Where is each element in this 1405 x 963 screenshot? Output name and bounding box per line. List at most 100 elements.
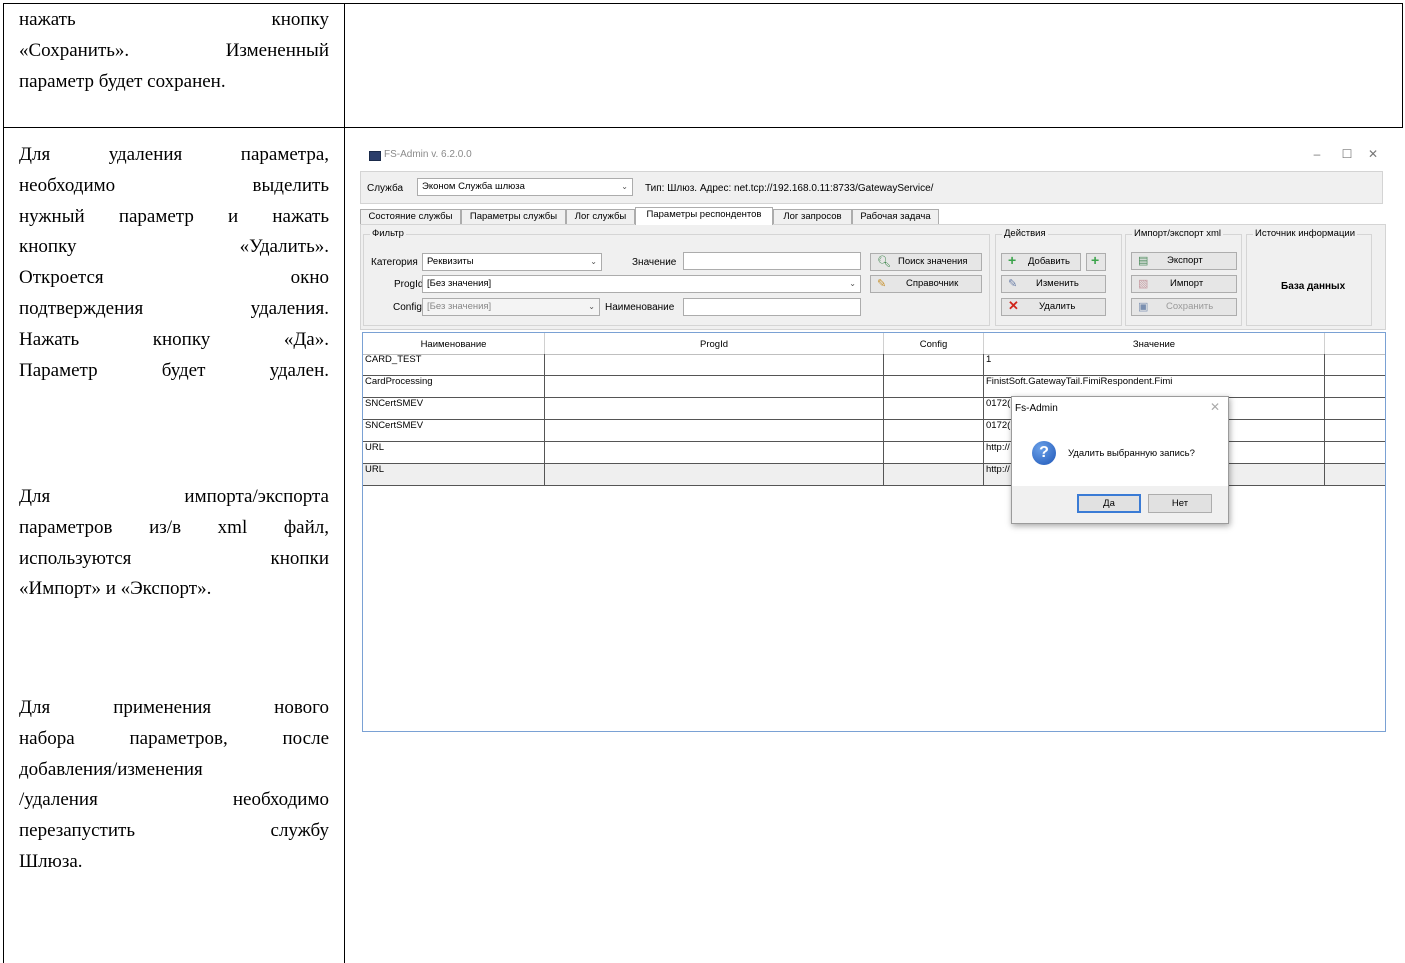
close-button[interactable]: ✕ (1363, 146, 1383, 162)
config-label: Config (393, 302, 422, 313)
table-row[interactable]: CARD_TEST 1 (363, 354, 1385, 376)
tab-service-state[interactable]: Состояние службы (360, 209, 461, 224)
actions-title: Действия (1002, 228, 1048, 239)
column-header-value[interactable]: Значение (984, 333, 1325, 354)
actions-group: Действия + Добавить + ✎ Изменить ✕ Удали… (995, 228, 1122, 326)
cell-progid (545, 464, 884, 485)
config-select-value: [Без значения] (427, 301, 492, 312)
text-line: перезапустить службу (19, 820, 329, 842)
category-select[interactable]: Реквизиты ⌄ (422, 253, 602, 271)
table-row[interactable]: SNCertSMEV 0172( (363, 420, 1385, 442)
chevron-down-icon: ⌄ (588, 302, 595, 311)
cell-config (884, 420, 984, 441)
column-header-config[interactable]: Config (884, 333, 984, 354)
directory-label: Справочник (906, 278, 959, 289)
progid-label: ProgId (394, 279, 424, 290)
category-select-value: Реквизиты (427, 256, 474, 267)
cell-extra (1325, 442, 1385, 463)
cell-name: URL (363, 464, 545, 485)
column-header-name[interactable]: Наименование (363, 333, 545, 354)
import-export-title: Импорт/экспорт xml (1132, 228, 1223, 239)
save-label: Сохранить (1166, 301, 1214, 312)
name-input[interactable] (683, 298, 861, 316)
value-input[interactable] (683, 252, 861, 270)
search-value-label: Поиск значения (898, 256, 968, 267)
tab-service-log[interactable]: Лог службы (566, 209, 635, 224)
cell-extra (1325, 354, 1385, 375)
export-button[interactable]: ▤ Экспорт (1131, 252, 1237, 270)
config-select[interactable]: [Без значения] ⌄ (422, 298, 600, 316)
table-column-divider (344, 3, 345, 963)
chevron-down-icon: ⌄ (849, 279, 856, 288)
export-label: Экспорт (1167, 255, 1203, 266)
table-row-divider (3, 127, 1403, 128)
book-icon: ✎ (877, 278, 887, 290)
progid-select[interactable]: [Без значения] ⌄ (422, 275, 861, 293)
text-line: подтверждения удаления. (19, 297, 329, 319)
cell-name: URL (363, 442, 545, 463)
text-line: нажать кнопку (19, 9, 329, 30)
import-label: Импорт (1170, 278, 1204, 289)
import-export-paragraph: Для импорта/экспорта параметров из/в xml… (19, 482, 329, 605)
cell-extra (1325, 376, 1385, 397)
table-row[interactable]: SNCertSMEV 0172( (363, 398, 1385, 420)
add-label: Добавить (1028, 256, 1070, 267)
text-line: необходимо выделить (19, 174, 329, 196)
edit-button[interactable]: ✎ Изменить (1001, 275, 1106, 293)
cell-progid (545, 354, 884, 375)
plus-icon: + (1008, 252, 1017, 268)
tab-respondent-params[interactable]: Параметры респондентов (635, 207, 773, 225)
table-row[interactable]: CardProcessing FinistSoft.GatewayTail.Fi… (363, 376, 1385, 398)
delete-button[interactable]: ✕ Удалить (1001, 298, 1106, 316)
search-icon: 🔍︎ (877, 256, 891, 268)
cell-name: SNCertSMEV (363, 398, 545, 419)
window-titlebar: FS-Admin v. 6.2.0.0 – ☐ ✕ (356, 138, 1390, 168)
tab-service-params[interactable]: Параметры службы (461, 209, 566, 224)
cell-progid (545, 376, 884, 397)
import-icon: ▧ (1138, 278, 1149, 290)
dialog-close-icon[interactable]: ✕ (1210, 400, 1220, 414)
text-line: набора параметров, после (19, 727, 329, 749)
window-title: FS-Admin v. 6.2.0.0 (384, 149, 472, 160)
cell-name: CardProcessing (363, 376, 545, 397)
text-line: используются кнопки (19, 547, 329, 569)
no-button[interactable]: Нет (1148, 494, 1212, 513)
yes-button[interactable]: Да (1077, 494, 1141, 513)
chevron-down-icon: ⌄ (621, 182, 628, 191)
text-line: Откроется окно (19, 267, 329, 289)
text-line: параметров из/в xml файл, (19, 516, 329, 538)
save-button[interactable]: ▣ Сохранить (1131, 298, 1237, 316)
app-icon (369, 151, 381, 161)
maximize-button[interactable]: ☐ (1337, 146, 1357, 162)
text-line: Параметр будет удален. (19, 359, 329, 381)
service-select[interactable]: Эконом Служба шлюза ⌄ (417, 178, 633, 196)
text-line: «Сохранить». Измененный (19, 39, 329, 61)
text-line: Нажать кнопку «Да». (19, 328, 329, 350)
cell-extra (1325, 398, 1385, 419)
column-header-progid[interactable]: ProgId (545, 333, 884, 354)
table-row[interactable]: URL http:// (363, 442, 1385, 464)
source-group: Источник информации База данных (1246, 228, 1372, 326)
import-button[interactable]: ▧ Импорт (1131, 275, 1237, 293)
export-icon: ▤ (1138, 255, 1149, 267)
cell-value: FinistSoft.GatewayTail.FimiRespondent.Fi… (984, 376, 1325, 397)
params-grid: Наименование ProgId Config Значение CARD… (362, 332, 1386, 732)
service-label: Служба (367, 183, 404, 194)
search-value-button[interactable]: 🔍︎ Поиск значения (870, 253, 982, 271)
directory-button[interactable]: ✎ Справочник (870, 275, 982, 293)
tab-request-log[interactable]: Лог запросов (773, 209, 852, 224)
add-copy-button[interactable]: + (1086, 253, 1106, 271)
cell-config (884, 442, 984, 463)
cell-progid (545, 398, 884, 419)
cell-config (884, 354, 984, 375)
filter-title: Фильтр (370, 228, 406, 239)
add-button[interactable]: + Добавить (1001, 253, 1081, 271)
minimize-button[interactable]: – (1307, 146, 1327, 162)
cell-extra (1325, 420, 1385, 441)
source-value: База данных (1281, 281, 1346, 292)
tab-work-task[interactable]: Рабочая задача (852, 209, 939, 224)
text-line: параметр будет сохранен. (19, 70, 226, 92)
text-line: /удаления необходимо (19, 789, 329, 811)
cell-progid (545, 420, 884, 441)
table-row-selected[interactable]: URL http:// (363, 464, 1385, 486)
